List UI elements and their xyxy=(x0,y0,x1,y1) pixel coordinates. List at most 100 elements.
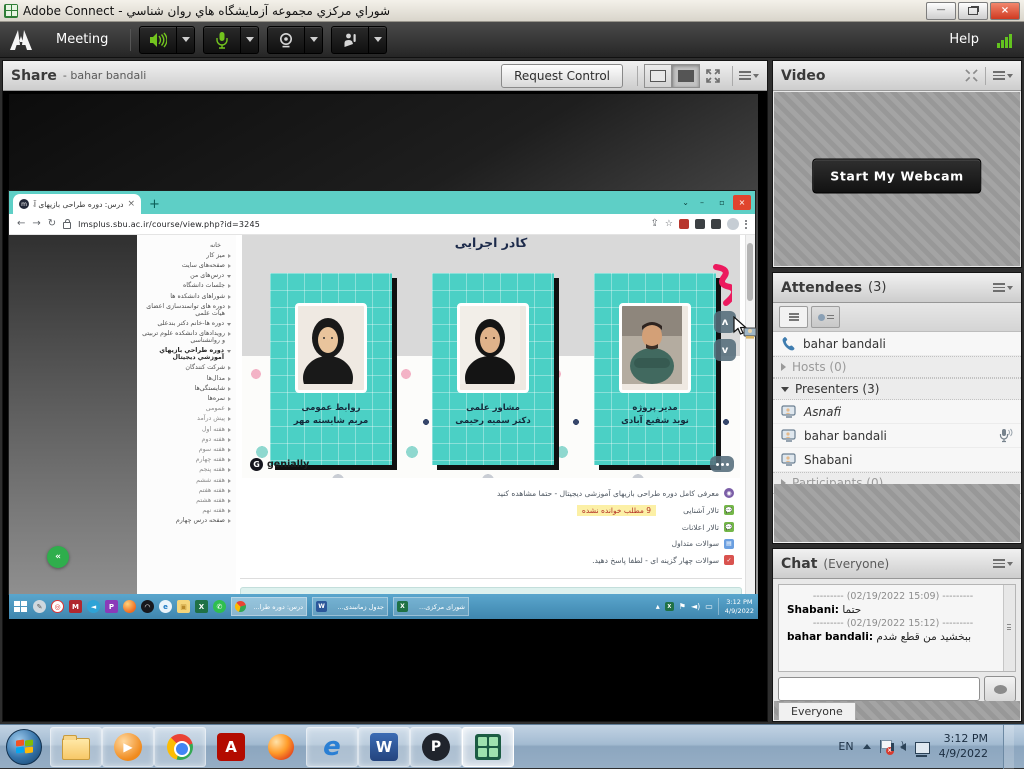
sidebar-item[interactable]: نمره‌ها xyxy=(141,393,231,403)
chat-pod-menu-icon[interactable] xyxy=(993,557,1013,570)
sidebar-item[interactable]: هفته اول xyxy=(141,424,231,434)
speaker-icon[interactable] xyxy=(139,26,177,54)
presenter-row[interactable]: Shabani xyxy=(773,448,1021,472)
minimize-button[interactable]: — xyxy=(926,2,956,20)
share-pod-menu-icon[interactable] xyxy=(739,69,759,82)
webcam-icon[interactable] xyxy=(267,26,305,54)
browser-back-icon[interactable]: ← xyxy=(17,219,25,229)
chat-scrollbar[interactable] xyxy=(1003,585,1015,671)
attendees-pod-menu-icon[interactable] xyxy=(993,281,1013,294)
microphone-dropdown[interactable] xyxy=(241,26,259,54)
attendee-card-view-icon[interactable] xyxy=(811,306,840,328)
snipping-tool-icon[interactable]: ✎ xyxy=(33,600,46,613)
request-control-button[interactable]: Request Control xyxy=(501,64,623,88)
sidebar-item[interactable]: هفته سوم xyxy=(141,444,231,454)
tray-speaker-icon[interactable]: ◄) xyxy=(691,603,700,611)
m-app-icon[interactable]: M xyxy=(69,600,82,613)
taskbar-window-chrome[interactable]: درس: دوره طرا... xyxy=(231,597,307,616)
presenter-row[interactable]: Asnafi xyxy=(773,400,1021,424)
browser-scrollbar[interactable] xyxy=(745,235,755,594)
browser-menu-icon[interactable] xyxy=(745,220,747,229)
presenter-row[interactable]: bahar bandali xyxy=(773,424,1021,448)
chat-input[interactable] xyxy=(778,677,980,701)
browser-minimize-icon[interactable]: – xyxy=(693,195,711,210)
sidebar-item[interactable]: هفته چهارم xyxy=(141,455,231,465)
sidebar-item[interactable]: شرکت کنندگان xyxy=(141,363,231,373)
tab-search-caret-icon[interactable]: ⌄ xyxy=(682,198,689,207)
sidebar-item[interactable]: صفحه‌های سایت xyxy=(141,260,231,270)
chat-tab-everyone[interactable]: Everyone xyxy=(778,702,856,720)
restore-button[interactable] xyxy=(958,2,988,20)
sidebar-item[interactable]: درس‌های من xyxy=(141,271,231,281)
status-dropdown[interactable] xyxy=(369,26,387,54)
explorer-small-icon[interactable]: ▣ xyxy=(177,600,190,613)
sidebar-item[interactable]: هفته پنجم xyxy=(141,465,231,475)
sidebar-item[interactable]: دوره ها-خانم دکتر بندعلی xyxy=(141,318,231,328)
bookmark-star-icon[interactable]: ☆ xyxy=(665,219,673,229)
action-center-flag-icon[interactable]: × xyxy=(880,740,891,753)
tray-network-icon[interactable]: ▭ xyxy=(705,603,713,611)
sidebar-item[interactable]: هفته دوم xyxy=(141,434,231,444)
sidebar-item[interactable]: خانه xyxy=(141,240,231,250)
tray-flag-icon[interactable]: ⚑ xyxy=(679,603,686,611)
share-page-icon[interactable]: ⇪ xyxy=(651,219,659,229)
taskbar-acrobat-icon[interactable]: A xyxy=(206,728,256,766)
tray-chevron-icon[interactable]: ▴ xyxy=(656,603,660,611)
sidebar-item[interactable]: جلسات دانشگاه xyxy=(141,281,231,291)
speaker-dropdown[interactable] xyxy=(177,26,195,54)
activity-row[interactable]: ▤ سوالات متداول xyxy=(242,539,734,549)
sidebar-item-current-course[interactable]: دوره طراحي بازيهاي آموزشي ديجيتال xyxy=(141,346,231,363)
connection-signal-icon[interactable] xyxy=(997,32,1012,48)
taskbar-firefox-icon[interactable] xyxy=(256,728,306,766)
browser-restore-icon[interactable]: ▫ xyxy=(713,195,731,210)
browser-reload-icon[interactable]: ↻ xyxy=(48,219,56,229)
sidebar-item[interactable]: صفحه درس چهارم xyxy=(141,516,231,526)
clock[interactable]: 3:12 PM 4/9/2022 xyxy=(939,732,988,762)
menu-help[interactable]: Help xyxy=(949,32,979,47)
taskbar-explorer-icon[interactable] xyxy=(50,727,102,767)
raise-hand-icon[interactable] xyxy=(331,26,369,54)
attendee-phone-row[interactable]: bahar bandali xyxy=(773,332,1021,356)
chat-send-button[interactable] xyxy=(984,676,1016,702)
start-button[interactable] xyxy=(6,729,42,765)
share-view-toggle-windowed-icon[interactable] xyxy=(644,64,672,88)
browser-close-icon[interactable]: × xyxy=(733,195,751,210)
video-pod-menu-icon[interactable] xyxy=(993,69,1013,82)
extensions-icon[interactable] xyxy=(695,219,705,229)
language-indicator[interactable]: EN xyxy=(838,740,853,753)
telegram-icon[interactable]: ◄ xyxy=(87,600,100,613)
scrollbar-thumb[interactable] xyxy=(747,243,753,301)
microphone-icon[interactable] xyxy=(203,26,241,54)
sidebar-item[interactable]: میز کار xyxy=(141,250,231,260)
sidebar-item[interactable]: هفته ششم xyxy=(141,475,231,485)
menu-meeting[interactable]: Meeting xyxy=(42,32,122,47)
url-text[interactable]: lmsplus.sbu.ac.ir/course/view.php?id=324… xyxy=(78,220,260,229)
sidebar-item[interactable]: شوراهای دانشکده ها xyxy=(141,291,231,301)
browser-tab[interactable]: m درس: دوره طراحی بازیهای آموزشی × xyxy=(13,194,141,214)
activity-row[interactable]: ✓ سوالات چهار گزینه ای - لطفا پاسخ دهید. xyxy=(242,555,734,565)
start-my-webcam-button[interactable]: Start My Webcam xyxy=(812,158,981,193)
sidebar-item[interactable]: مدال‌ها xyxy=(141,373,231,383)
sidebar-item[interactable]: شایستگی‌ها xyxy=(141,383,231,393)
presenters-group-row[interactable]: Presenters (3) xyxy=(773,378,1021,400)
taskbar-window-excel[interactable]: X شورای مرکزی... xyxy=(393,597,469,616)
excel-small-icon[interactable]: X xyxy=(195,600,208,613)
taskbar-chrome-icon[interactable] xyxy=(154,727,206,767)
activity-row[interactable]: 💬 تالار آشنایی 9 مطلب خوانده نشده xyxy=(242,505,734,516)
sidebar-item[interactable]: پیش درآمد xyxy=(141,414,231,424)
new-tab-button[interactable]: + xyxy=(149,197,160,212)
shared-start-button[interactable] xyxy=(13,600,28,613)
show-desktop-button[interactable] xyxy=(1003,725,1014,769)
volume-icon[interactable] xyxy=(900,743,906,751)
slide-more-button[interactable] xyxy=(710,456,734,472)
dark-app-icon[interactable]: ◠ xyxy=(141,600,154,613)
attendee-list-view-icon[interactable] xyxy=(779,306,808,328)
back-to-top-button[interactable]: « xyxy=(47,546,69,568)
activity-row[interactable]: ◉ معرفی کامل دوره طراحی بازیهای آموزشی د… xyxy=(242,488,734,498)
p-app-icon[interactable]: P xyxy=(105,600,118,613)
tray-expand-icon[interactable] xyxy=(863,744,871,749)
shared-clock[interactable]: 3:12 PM4/9/2022 xyxy=(718,598,754,614)
slide-next-button[interactable]: v xyxy=(714,339,736,361)
sidebar-item[interactable]: عمومی xyxy=(141,404,231,414)
taskbar-window-word[interactable]: W جدول زمانبندی... xyxy=(312,597,388,616)
